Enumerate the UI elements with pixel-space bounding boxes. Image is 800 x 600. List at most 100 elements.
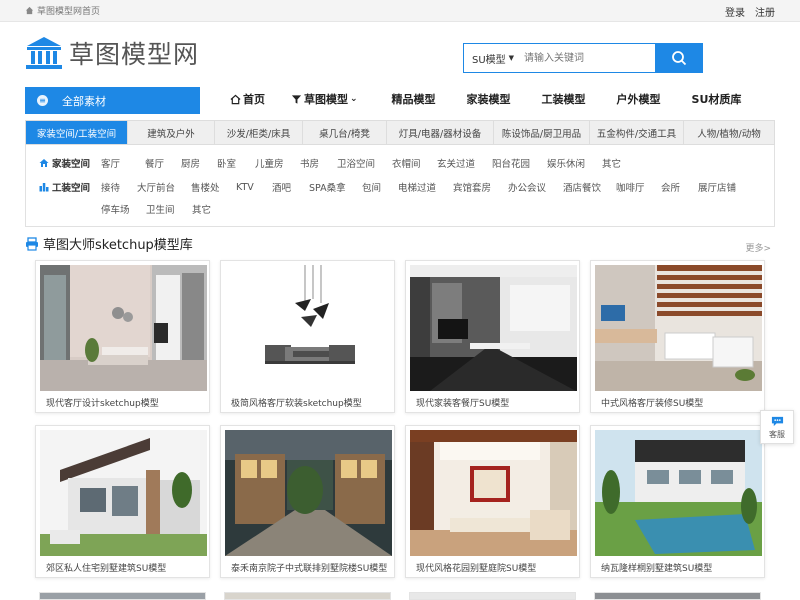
home-link[interactable]: 草图模型网首页	[25, 4, 100, 17]
model-thumbnail	[40, 265, 207, 391]
nav-item-materials[interactable]: SU材质库	[692, 87, 742, 111]
work-space-label: 工装空间	[52, 183, 91, 194]
subcategory-link[interactable]: 包间	[362, 180, 398, 194]
subcategory-link[interactable]: 其它	[192, 202, 222, 216]
subcategory-link[interactable]: 玄关过道	[437, 156, 492, 170]
category-icon: ≡	[37, 95, 48, 106]
home-space-label: 家装空间	[52, 159, 91, 170]
category-tab[interactable]: 桌几台/椅凳	[303, 121, 387, 144]
more-link[interactable]: 更多>	[745, 241, 771, 254]
home-icon	[25, 6, 34, 15]
model-card[interactable]: 郊区私人住宅别墅建筑SU模型	[35, 425, 210, 578]
subcategory-link[interactable]: 其它	[602, 156, 632, 170]
subcategory-link[interactable]: 客厅	[101, 156, 145, 170]
subcategory-link[interactable]: 会所	[661, 180, 698, 194]
nav-item-home[interactable]: 首页	[230, 87, 265, 111]
category-tab[interactable]: 沙发/柜类/床具	[215, 121, 303, 144]
search-icon	[671, 51, 686, 66]
customer-service-button[interactable]: 客服	[760, 410, 794, 444]
search-button[interactable]	[655, 44, 702, 72]
section-title-text: 草图大师sketchup模型库	[43, 238, 193, 253]
register-link[interactable]: 注册	[755, 4, 775, 19]
building-chart-icon	[39, 183, 49, 192]
nav-item-label: 首页	[243, 93, 265, 106]
model-card[interactable]: 纳瓦隆样桐别墅建筑SU模型	[590, 425, 765, 578]
model-card-peek	[409, 592, 576, 600]
home-link-label: 草图模型网首页	[37, 7, 101, 17]
subcategory-link[interactable]: 卫生间	[146, 202, 192, 216]
subcategory-link[interactable]: KTV	[236, 182, 272, 193]
top-bar: 草图模型网首页 登录 注册	[0, 0, 800, 22]
subcategory-link[interactable]: 停车场	[101, 202, 146, 216]
subcategory-link[interactable]: 电梯过道	[398, 180, 453, 194]
search-bar: SU模型 ▼	[463, 43, 703, 73]
nav-item-commercial[interactable]: 工装模型	[542, 87, 586, 111]
site-logo[interactable]: 草图模型网	[25, 35, 199, 71]
nav-item-label: 精品模型	[391, 93, 436, 106]
nav-item-label: 工装模型	[541, 93, 586, 106]
category-tab[interactable]: 家装空间/工装空间	[26, 121, 128, 144]
model-caption: 现代客厅设计sketchup模型	[46, 399, 159, 409]
category-panel: 家装空间 客厅 餐厅 厨房 卧室 儿童房 书房 卫浴空间 衣帽间 玄关过道 阳台…	[25, 145, 775, 227]
work-space-heading[interactable]: 工装空间	[39, 180, 101, 194]
category-tab[interactable]: 建筑及户外	[128, 121, 215, 144]
subcategory-link[interactable]: 展厅店铺	[698, 180, 746, 194]
chevron-down-icon: ▼	[508, 54, 515, 62]
nav-item-label: 草图模型	[304, 93, 348, 106]
subcategory-link[interactable]: 衣帽间	[392, 156, 437, 170]
nav-item-outdoor[interactable]: 户外模型	[617, 87, 661, 111]
login-link[interactable]: 登录	[725, 4, 745, 19]
subcategory-link[interactable]: 大厅前台	[137, 180, 191, 194]
search-input[interactable]	[520, 44, 655, 72]
subcategory-link[interactable]: 接待	[101, 180, 137, 194]
subcategory-link[interactable]: 酒店餐饮	[563, 180, 616, 194]
model-thumbnail	[410, 430, 577, 556]
home-space-heading[interactable]: 家装空间	[39, 156, 101, 170]
main-nav: 首页 草图模型 ⌄ 精品模型 家装模型 工装模型 户外模型 SU材质库	[218, 87, 741, 111]
work-space-row: 工装空间 接待 大厅前台 售楼处 KTV 酒吧 SPA桑拿 包间 电梯过道 宾馆…	[39, 180, 746, 194]
model-card[interactable]: 极简风格客厅软装sketchup模型	[220, 260, 395, 413]
nav-item-premium[interactable]: 精品模型	[392, 87, 436, 111]
subcategory-link[interactable]: 阳台花园	[492, 156, 547, 170]
subcategory-link[interactable]: 咖啡厅	[616, 180, 661, 194]
subcategory-link[interactable]: 卫浴空间	[337, 156, 392, 170]
model-caption: 极简风格客厅软装sketchup模型	[231, 399, 362, 409]
subcategory-link[interactable]: 卧室	[217, 156, 255, 170]
subcategory-link[interactable]: 酒吧	[272, 180, 309, 194]
nav-item-models[interactable]: 草图模型 ⌄	[291, 87, 358, 111]
subcategory-link[interactable]: 儿童房	[255, 156, 300, 170]
category-tabs: 家装空间/工装空间 建筑及户外 沙发/柜类/床具 桌几台/椅凳 灯具/电器/器材…	[25, 120, 775, 145]
model-card[interactable]: 现代家装客餐厅SU模型	[405, 260, 580, 413]
model-thumbnail	[225, 430, 392, 556]
home-icon	[230, 94, 241, 104]
subcategory-link[interactable]: 售楼处	[191, 180, 236, 194]
category-tab[interactable]: 灯具/电器/器材设备	[387, 121, 494, 144]
subcategory-link[interactable]: 办公会议	[508, 180, 563, 194]
filter-icon	[291, 94, 302, 104]
category-tab[interactable]: 陈设饰品/厨卫用品	[494, 121, 590, 144]
nav-item-label: SU材质库	[691, 93, 742, 106]
house-icon	[39, 159, 49, 167]
subcategory-link[interactable]: 餐厅	[145, 156, 181, 170]
model-caption: 现代风格花园别墅庭院SU模型	[416, 564, 537, 574]
category-tab[interactable]: 人物/植物/动物	[684, 121, 774, 144]
category-tab[interactable]: 五金构件/交通工具	[590, 121, 684, 144]
nav-item-home-decor[interactable]: 家装模型	[467, 87, 511, 111]
logo-building-icon	[26, 37, 62, 69]
subcategory-link[interactable]: 厨房	[181, 156, 217, 170]
subcategory-link[interactable]: SPA桑拿	[309, 180, 362, 194]
model-card[interactable]: 现代客厅设计sketchup模型	[35, 260, 210, 413]
work-space-row-2: 停车场 卫生间 其它	[101, 202, 222, 216]
model-card[interactable]: 中式风格客厅装修SU模型	[590, 260, 765, 413]
subcategory-link[interactable]: 宾馆套房	[453, 180, 508, 194]
all-category-button[interactable]: ≡ 全部素材	[25, 87, 200, 114]
subcategory-link[interactable]: 娱乐休闲	[547, 156, 602, 170]
search-type-value: SU模型	[472, 54, 506, 66]
model-card[interactable]: 现代风格花园别墅庭院SU模型	[405, 425, 580, 578]
home-space-row: 家装空间 客厅 餐厅 厨房 卧室 儿童房 书房 卫浴空间 衣帽间 玄关过道 阳台…	[39, 156, 632, 170]
model-card-peek	[39, 592, 206, 600]
subcategory-link[interactable]: 书房	[300, 156, 337, 170]
search-type-select[interactable]: SU模型 ▼	[464, 44, 520, 72]
model-thumbnail	[225, 265, 392, 391]
model-card[interactable]: 泰禾南京院子中式联排别墅院楼SU模型	[220, 425, 395, 578]
